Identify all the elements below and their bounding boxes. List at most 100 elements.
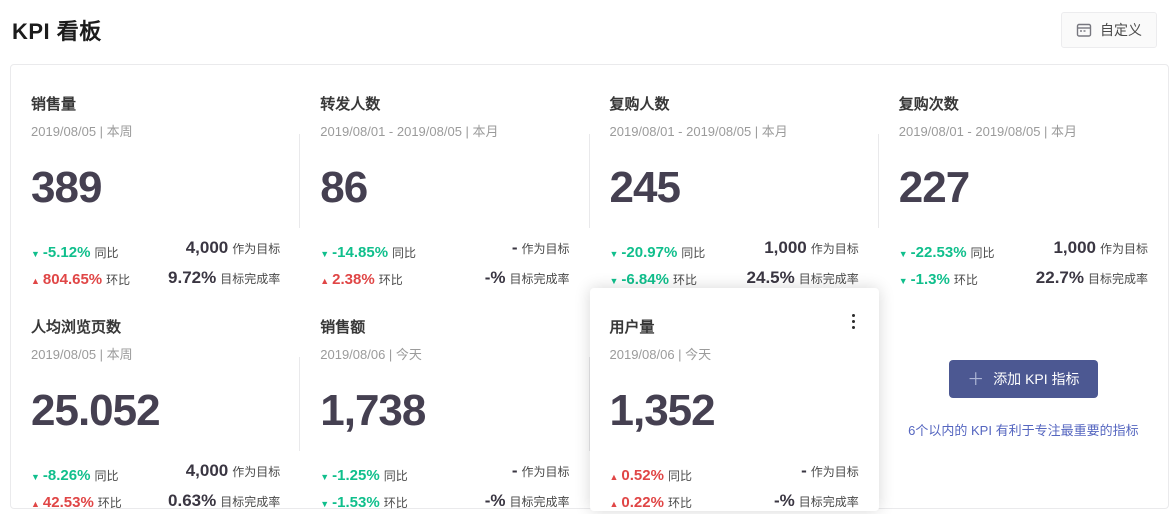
customize-button-label: 自定义 [1100, 20, 1142, 40]
mom-row: ▼ -1.3% 环比 [899, 271, 995, 288]
trend-column: ▲ 0.52% 同比 ▲ 0.22% 环比 [610, 467, 692, 511]
yoy-row: ▼ -22.53% 同比 [899, 244, 995, 261]
card-menu-kebab-icon[interactable] [850, 312, 857, 331]
goal-column: 1,000 作为目标 22.7% 目标完成率 [1036, 238, 1148, 288]
kpi-card-forward-users[interactable]: 转发人数 2019/08/01 - 2019/08/05 | 本月 86 ▼ -… [300, 65, 589, 288]
card-date-range: 2019/08/01 - 2019/08/05 | 本月 [320, 121, 569, 140]
yoy-value: -1.25% [332, 467, 380, 484]
completion-label: 目标完成率 [220, 493, 280, 510]
page-header: KPI 看板 自定义 [0, 0, 1169, 48]
trend-arrow-icon: ▼ [899, 276, 908, 286]
goal-column: - 作为目标 -% 目标完成率 [485, 238, 570, 288]
trend-column: ▼ -5.12% 同比 ▲ 804.65% 环比 [31, 244, 130, 288]
trend-arrow-icon: ▼ [31, 472, 40, 482]
card-date-range: 2019/08/06 | 今天 [320, 344, 569, 363]
card-title: 销售额 [320, 316, 569, 337]
kpi-card-repurchase-users[interactable]: 复购人数 2019/08/01 - 2019/08/05 | 本月 245 ▼ … [590, 65, 879, 288]
target-value: - [801, 461, 807, 481]
add-kpi-button-label: 添加 KPI 指标 [993, 369, 1079, 389]
completion-row: -% 目标完成率 [485, 268, 570, 288]
target-value: 4,000 [186, 461, 229, 481]
mom-value: 804.65% [43, 271, 102, 288]
trend-arrow-icon: ▼ [320, 472, 329, 482]
add-kpi-hint: 6个以内的 KPI 有利于专注最重要的指标 [908, 420, 1138, 439]
yoy-row: ▼ -1.25% 同比 [320, 467, 407, 484]
card-title: 用户量 [610, 316, 859, 337]
trend-arrow-icon: ▼ [320, 499, 329, 509]
trend-arrow-icon: ▼ [610, 249, 619, 259]
card-value: 1,738 [320, 386, 569, 436]
completion-value: -% [774, 491, 795, 511]
trend-arrow-icon: ▲ [610, 472, 619, 482]
completion-value: 0.63% [168, 491, 216, 511]
completion-row: 22.7% 目标完成率 [1036, 268, 1148, 288]
completion-value: -% [485, 491, 506, 511]
add-kpi-button[interactable]: ＋ 添加 KPI 指标 [949, 360, 1097, 398]
target-row: 4,000 作为目标 [186, 461, 281, 481]
yoy-value: -14.85% [332, 244, 388, 261]
target-row: 4,000 作为目标 [186, 238, 281, 258]
target-label: 作为目标 [811, 240, 859, 257]
card-value: 1,352 [610, 386, 859, 436]
yoy-label: 同比 [668, 467, 692, 484]
trend-column: ▼ -8.26% 同比 ▲ 42.53% 环比 [31, 467, 122, 511]
mom-value: -1.3% [911, 271, 950, 288]
goal-column: 1,000 作为目标 24.5% 目标完成率 [747, 238, 859, 288]
target-row: 1,000 作为目标 [764, 238, 859, 258]
trend-arrow-icon: ▲ [610, 499, 619, 509]
kpi-card-user-count[interactable]: 用户量 2019/08/06 | 今天 1,352 ▲ 0.52% 同比 ▲ 0… [590, 288, 879, 511]
mom-value: 42.53% [43, 494, 94, 511]
mom-label: 环比 [673, 271, 697, 288]
completion-label: 目标完成率 [799, 493, 859, 510]
completion-label: 目标完成率 [799, 270, 859, 287]
kpi-panel: 销售量 2019/08/05 | 本周 389 ▼ -5.12% 同比 ▲ 80… [10, 64, 1169, 509]
mom-label: 环比 [668, 494, 692, 511]
completion-value: 22.7% [1036, 268, 1084, 288]
mom-row: ▼ -1.53% 环比 [320, 494, 407, 511]
card-date-range: 2019/08/01 - 2019/08/05 | 本月 [899, 121, 1148, 140]
card-metrics: ▼ -8.26% 同比 ▲ 42.53% 环比 4,000 作为目标 0.63%… [31, 461, 280, 511]
goal-column: - 作为目标 -% 目标完成率 [774, 461, 859, 511]
customize-button[interactable]: 自定义 [1061, 12, 1157, 48]
trend-arrow-icon: ▼ [610, 276, 619, 286]
mom-row: ▲ 0.22% 环比 [610, 494, 692, 511]
target-row: - 作为目标 [512, 461, 570, 481]
yoy-value: -20.97% [621, 244, 677, 261]
kpi-card-pages-per-user[interactable]: 人均浏览页数 2019/08/05 | 本周 25.052 ▼ -8.26% 同… [11, 288, 300, 511]
target-label: 作为目标 [232, 240, 280, 257]
mom-row: ▲ 42.53% 环比 [31, 494, 122, 511]
kpi-card-sales-amount[interactable]: 销售额 2019/08/06 | 今天 1,738 ▼ -1.25% 同比 ▼ … [300, 288, 589, 511]
card-title: 销售量 [31, 93, 280, 114]
yoy-label: 同比 [94, 244, 118, 261]
yoy-label: 同比 [681, 244, 705, 261]
trend-arrow-icon: ▼ [31, 249, 40, 259]
card-date-range: 2019/08/01 - 2019/08/05 | 本月 [610, 121, 859, 140]
card-title: 转发人数 [320, 93, 569, 114]
mom-value: 0.22% [621, 494, 664, 511]
trend-arrow-icon: ▼ [320, 249, 329, 259]
completion-value: 24.5% [747, 268, 795, 288]
target-value: - [512, 238, 518, 258]
yoy-label: 同比 [971, 244, 995, 261]
card-metrics: ▼ -22.53% 同比 ▼ -1.3% 环比 1,000 作为目标 22.7%… [899, 238, 1148, 288]
card-value: 86 [320, 163, 569, 213]
target-label: 作为目标 [521, 463, 569, 480]
target-row: - 作为目标 [801, 461, 859, 481]
trend-arrow-icon: ▲ [31, 499, 40, 509]
target-label: 作为目标 [521, 240, 569, 257]
yoy-value: -22.53% [911, 244, 967, 261]
trend-column: ▼ -1.25% 同比 ▼ -1.53% 环比 [320, 467, 407, 511]
completion-label: 目标完成率 [509, 493, 569, 510]
mom-label: 环比 [384, 494, 408, 511]
trend-column: ▼ -20.97% 同比 ▼ -6.84% 环比 [610, 244, 706, 288]
target-label: 作为目标 [811, 463, 859, 480]
yoy-value: 0.52% [621, 467, 664, 484]
kpi-card-sales-volume[interactable]: 销售量 2019/08/05 | 本周 389 ▼ -5.12% 同比 ▲ 80… [11, 65, 300, 288]
card-value: 227 [899, 163, 1148, 213]
plus-icon: ＋ [967, 371, 984, 388]
card-date-range: 2019/08/05 | 本周 [31, 121, 280, 140]
kpi-card-repurchase-times[interactable]: 复购次数 2019/08/01 - 2019/08/05 | 本月 227 ▼ … [879, 65, 1168, 288]
target-label: 作为目标 [232, 463, 280, 480]
mom-row: ▲ 2.38% 环比 [320, 271, 416, 288]
mom-value: 2.38% [332, 271, 375, 288]
